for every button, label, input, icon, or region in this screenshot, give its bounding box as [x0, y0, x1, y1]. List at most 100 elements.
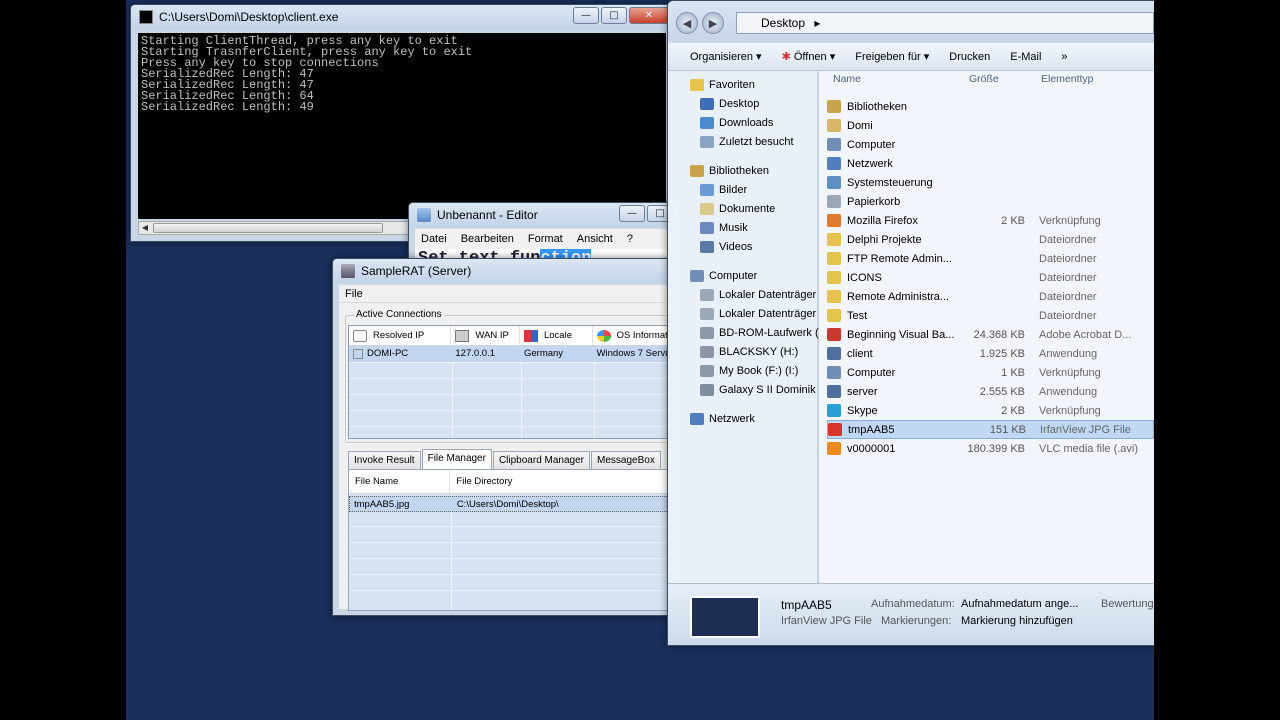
nav-item-galaxy-s-ii-dominik[interactable]: Galaxy S II Dominik — [700, 384, 816, 396]
file-row[interactable]: Computer — [827, 135, 1154, 154]
menu-help[interactable]: ? — [627, 233, 633, 245]
section-icon — [690, 413, 704, 425]
scroll-left-icon[interactable]: ◀ — [139, 222, 151, 234]
menu-format[interactable]: Format — [528, 233, 563, 245]
forward-icon[interactable]: ▶ — [702, 12, 724, 34]
menu-datei[interactable]: Datei — [421, 233, 447, 245]
col-file-name[interactable]: File Name — [349, 470, 451, 493]
nav-item-bd-rom-laufwerk[interactable]: BD-ROM-Laufwerk ( — [700, 327, 819, 339]
file-row[interactable]: FTP Remote Admin... Dateiordner — [827, 249, 1154, 268]
nav-item-desktop[interactable]: Desktop — [700, 98, 759, 110]
file-row[interactable]: Bibliotheken — [827, 97, 1154, 116]
menu-file[interactable]: File — [345, 288, 363, 300]
menu-ansicht[interactable]: Ansicht — [577, 233, 613, 245]
file-type: Adobe Acrobat D... — [1039, 328, 1132, 341]
tab-messagebox[interactable]: MessageBox — [591, 451, 661, 469]
nav-item-zuletzt-besucht[interactable]: Zuletzt besucht — [700, 136, 794, 148]
file-type: Verknüpfung — [1039, 214, 1101, 227]
file-icon — [827, 214, 841, 227]
file-row[interactable]: Netzwerk — [827, 154, 1154, 173]
more-button[interactable]: » — [1061, 51, 1067, 63]
connection-row[interactable]: DOMI-PC 127.0.0.1 Germany Windows 7 Serv… — [349, 346, 677, 362]
file-type: Anwendung — [1039, 385, 1098, 398]
col-os-information[interactable]: OS Information — [593, 326, 677, 345]
col-size[interactable]: Größe — [969, 73, 999, 85]
file-row[interactable]: v0000001 180.399 KB VLC media file (.avi) — [827, 439, 1154, 458]
details-date-value[interactable]: Aufnahmedatum ange... — [961, 598, 1078, 610]
file-row[interactable]: Skype 2 KB Verknüpfung — [827, 401, 1154, 420]
samplerat-menubar: File — [339, 285, 677, 303]
nav-item-my-book-f-i[interactable]: My Book (F:) (I:) — [700, 365, 798, 377]
location-icon — [700, 241, 714, 253]
nav-item-lokaler-datentr-ger[interactable]: Lokaler Datenträger — [700, 308, 816, 320]
file-type: Anwendung — [1039, 347, 1098, 360]
nav-item-label: Favoriten — [709, 79, 755, 91]
open-button[interactable]: ✱ Öffnen ▾ — [782, 50, 836, 63]
email-button[interactable]: E-Mail — [1010, 51, 1041, 63]
file-row[interactable]: Computer 1 KB Verknüpfung — [827, 363, 1154, 382]
file-row[interactable]: client 1.925 KB Anwendung — [827, 344, 1154, 363]
nav-item-computer[interactable]: Computer — [690, 270, 757, 282]
file-icon — [827, 252, 841, 265]
samplerat-titlebar[interactable]: SampleRAT (Server) — [333, 259, 677, 283]
col-resolved-ip[interactable]: Resolved IP — [349, 326, 452, 345]
console-output[interactable]: Starting ClientThread, press any key to … — [138, 33, 666, 219]
file-row[interactable]: Delphi Projekte Dateiordner — [827, 230, 1154, 249]
nav-item-netzwerk[interactable]: Netzwerk — [690, 413, 755, 425]
nav-item-lokaler-datentr-ger[interactable]: Lokaler Datenträger — [700, 289, 816, 301]
address-bar[interactable]: Desktop ▸ — [736, 12, 1154, 34]
tab-clipboard-manager[interactable]: Clipboard Manager — [492, 451, 591, 469]
file-manager-list[interactable]: File Name File Directory tmpAAB5.jpg C:\… — [348, 469, 677, 611]
tab-file-manager[interactable]: File Manager — [421, 449, 492, 469]
nav-item-bibliotheken[interactable]: Bibliotheken — [690, 165, 769, 177]
file-list[interactable]: Name Größe Elementtyp Bibliotheken Domi Co… — [819, 71, 1154, 583]
breadcrumb-arrow-icon[interactable]: ▸ — [814, 16, 820, 30]
file-name: Computer — [847, 366, 896, 379]
scroll-thumb[interactable] — [153, 223, 383, 233]
file-row[interactable]: Systemsteuerung — [827, 173, 1154, 192]
nav-item-label: BD-ROM-Laufwerk ( — [719, 327, 819, 339]
file-row[interactable]: ICONS Dateiordner — [827, 268, 1154, 287]
connections-list[interactable]: Resolved IP WAN IP Locale OS Information… — [348, 325, 677, 439]
details-filename: tmpAAB5 — [781, 598, 832, 612]
samplerat-window[interactable]: SampleRAT (Server) File Active Connectio… — [332, 258, 678, 616]
nav-item-dokumente[interactable]: Dokumente — [700, 203, 775, 215]
nav-item-musik[interactable]: Musik — [700, 222, 748, 234]
col-wan-ip[interactable]: WAN IP — [451, 326, 520, 345]
col-file-directory[interactable]: File Directory — [450, 470, 677, 493]
maximize-button[interactable]: □ — [601, 7, 627, 24]
file-row[interactable]: tmpAAB5 151 KB IrfanView JPG File — [827, 420, 1154, 439]
menu-bearbeiten[interactable]: Bearbeiten — [461, 233, 514, 245]
share-button[interactable]: Freigeben für ▾ — [855, 50, 929, 63]
tab-invoke-result[interactable]: Invoke Result — [348, 451, 421, 469]
minimize-button[interactable]: — — [619, 205, 645, 222]
file-row[interactable]: Papierkorb — [827, 192, 1154, 211]
file-row[interactable]: Remote Administra... Dateiordner — [827, 287, 1154, 306]
details-tags-value[interactable]: Markierung hinzufügen — [961, 615, 1073, 627]
print-button[interactable]: Drucken — [949, 51, 990, 63]
minimize-button[interactable]: — — [573, 7, 599, 24]
nav-item-blacksky-h[interactable]: BLACKSKY (H:) — [700, 346, 798, 358]
file-row[interactable]: Domi — [827, 116, 1154, 135]
navigation-pane[interactable]: Favoriten Desktop Downloads Zuletzt besucht… — [668, 71, 819, 583]
close-button[interactable]: ✕ — [629, 7, 669, 24]
nav-item-bilder[interactable]: Bilder — [700, 184, 747, 196]
col-name[interactable]: Name — [833, 73, 861, 85]
file-row[interactable]: Beginning Visual Ba... 24.368 KB Adobe Acr… — [827, 325, 1154, 344]
file-row[interactable]: Test Dateiordner — [827, 306, 1154, 325]
col-locale[interactable]: Locale — [520, 326, 593, 345]
col-type[interactable]: Elementtyp — [1041, 73, 1094, 85]
file-icon — [827, 328, 841, 341]
nav-item-favoriten[interactable]: Favoriten — [690, 79, 755, 91]
nav-item-downloads[interactable]: Downloads — [700, 117, 773, 129]
file-row[interactable]: server 2.555 KB Anwendung — [827, 382, 1154, 401]
details-tags-label: Markierungen: — [881, 615, 952, 627]
back-icon[interactable]: ◀ — [676, 12, 698, 34]
nav-item-label: Computer — [709, 270, 758, 282]
explorer-window[interactable]: ◀ ▶ Desktop ▸ Organisieren ▾ ✱ Öffnen ▾ … — [667, 0, 1154, 646]
organize-button[interactable]: Organisieren ▾ — [690, 50, 762, 63]
file-row[interactable]: tmpAAB5.jpg C:\Users\Domi\Desktop\ — [349, 496, 677, 512]
nav-item-videos[interactable]: Videos — [700, 241, 752, 253]
file-row[interactable]: Mozilla Firefox 2 KB Verknüpfung — [827, 211, 1154, 230]
file-name: Systemsteuerung — [847, 176, 933, 189]
